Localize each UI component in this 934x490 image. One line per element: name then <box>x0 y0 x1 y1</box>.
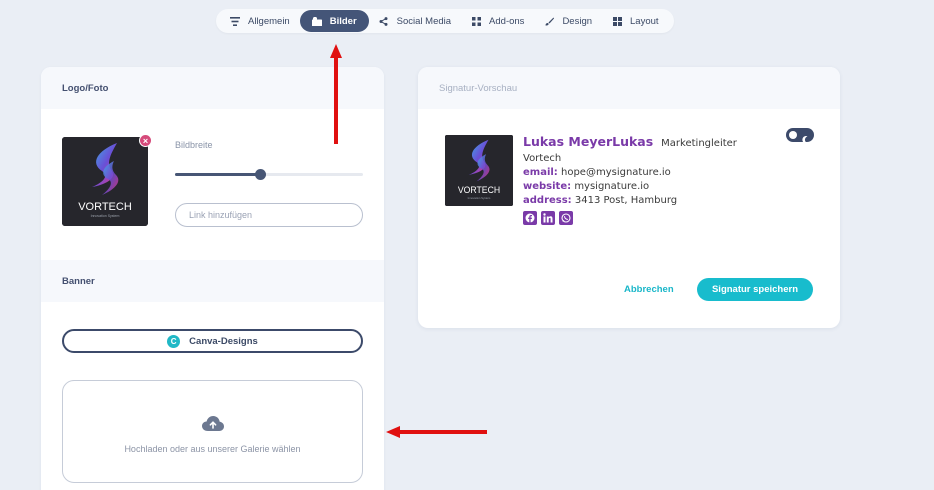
tab-label: Social Media <box>396 15 452 27</box>
signature-company: Vortech <box>523 153 562 164</box>
tab-bilder[interactable]: Bilder <box>299 10 369 32</box>
canva-designs-button[interactable]: C Canva-Designs <box>62 329 363 353</box>
banner-section: Banner <box>41 260 384 302</box>
signature-logo-subtext: Innovation System <box>468 196 491 200</box>
cancel-button[interactable]: Abbrechen <box>614 278 684 300</box>
tab-layout[interactable]: Layout <box>602 10 669 32</box>
layout-icon <box>612 16 622 26</box>
tab-label: Layout <box>630 15 659 27</box>
canva-designs-label: Canva-Designs <box>189 335 258 347</box>
signature-name-row: Lukas MeyerLukas Marketingleiter <box>523 134 737 149</box>
close-icon: × <box>142 136 149 146</box>
address-label: address: <box>523 195 572 206</box>
annotation-arrow-up <box>330 44 342 144</box>
preview-section-title: Signatur-Vorschau <box>418 67 840 109</box>
banner-section-title: Banner <box>41 260 384 302</box>
upload-hint-text: Hochladen oder aus unserer Galerie wähle… <box>124 443 301 454</box>
logo-brand-text: VORTECH <box>78 201 132 213</box>
email-value: hope@mysignature.io <box>561 167 671 178</box>
remove-logo-button[interactable]: × <box>139 134 152 147</box>
brush-icon <box>544 16 554 26</box>
signature-address-row: address: 3413 Post, Hamburg <box>523 195 737 206</box>
grid-icon <box>471 16 481 26</box>
facebook-icon <box>523 211 537 225</box>
image-width-label: Bildbreite <box>175 140 213 150</box>
dark-mode-toggle[interactable] <box>786 128 814 144</box>
address-value: 3413 Post, Hamburg <box>574 195 678 206</box>
signature-preview-card: Signatur-Vorschau VORTECH Innovation Sys… <box>418 67 840 328</box>
tab-allgemein[interactable]: Allgemein <box>220 10 300 32</box>
tab-label: Design <box>562 15 593 27</box>
signature-logo: VORTECH Innovation System <box>445 135 513 206</box>
email-label: email: <box>523 167 558 178</box>
tab-bar: Allgemein Bilder Social Media Add-ons De… <box>216 9 674 33</box>
logo-image[interactable]: VORTECH Innovation System <box>62 137 148 226</box>
tab-label: Bilder <box>329 15 357 27</box>
signature-details: Lukas MeyerLukas Marketingleiter Vortech… <box>523 134 737 225</box>
tab-design[interactable]: Design <box>534 10 602 32</box>
logo-brand-subtext: Innovation System <box>91 214 120 218</box>
signature-logo-text: VORTECH <box>458 185 500 195</box>
cloud-upload-icon <box>201 415 224 436</box>
image-icon <box>311 16 322 26</box>
social-icons-row <box>523 211 737 225</box>
signature-name: Lukas MeyerLukas <box>523 134 654 149</box>
logo-link-input[interactable] <box>175 203 363 227</box>
whatsapp-icon <box>559 211 573 225</box>
tab-add-ons[interactable]: Add-ons <box>461 10 534 32</box>
signature-job-title: Marketingleiter <box>661 138 737 149</box>
toggle-knob <box>789 131 797 139</box>
linkedin-icon <box>541 211 555 225</box>
annotation-arrow-left <box>386 426 487 438</box>
tab-label: Add-ons <box>489 15 525 27</box>
tab-label: Allgemein <box>248 15 290 27</box>
signature-email-row: email: hope@mysignature.io <box>523 167 737 178</box>
tab-social-media[interactable]: Social Media <box>369 10 461 32</box>
website-value: mysignature.io <box>574 181 650 192</box>
share-icon <box>379 16 389 26</box>
save-signature-button[interactable]: Signatur speichern <box>697 278 813 301</box>
moon-icon <box>802 131 810 149</box>
website-label: website: <box>523 181 572 192</box>
signature-website-row: website: mysignature.io <box>523 181 737 192</box>
canva-logo-icon: C <box>167 334 181 348</box>
slider-thumb[interactable] <box>254 169 266 180</box>
slider-fill <box>175 173 260 176</box>
image-width-slider[interactable] <box>175 168 363 180</box>
lines-icon <box>230 16 240 26</box>
banner-upload-dropzone[interactable]: Hochladen oder aus unserer Galerie wähle… <box>62 380 363 483</box>
